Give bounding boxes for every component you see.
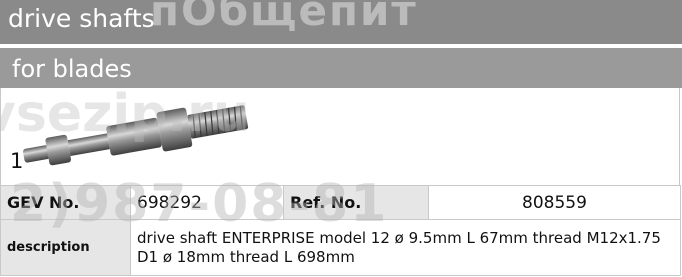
description-line-1: drive shaft ENTERPRISE model 12 ø 9.5mm … bbox=[137, 228, 661, 247]
drive-shaft-image bbox=[23, 105, 249, 166]
table-row: GEV No. 698292 Ref. No. 808559 bbox=[0, 185, 681, 220]
product-info-table: GEV No. 698292 Ref. No. 808559 descripti… bbox=[0, 185, 681, 276]
quantity-label: 1 bbox=[10, 149, 24, 173]
gev-number-value: 698292 bbox=[130, 185, 284, 220]
table-row: description drive shaft ENTERPRISE model… bbox=[0, 219, 681, 276]
ref-number-label: Ref. No. bbox=[283, 185, 429, 220]
description-value: drive shaft ENTERPRISE model 12 ø 9.5mm … bbox=[130, 219, 681, 276]
description-label: description bbox=[0, 219, 131, 276]
subheader-bar: for blades bbox=[0, 48, 682, 88]
page-subtitle: for blades bbox=[12, 55, 132, 83]
page-title: drive shafts bbox=[8, 4, 155, 33]
header-bar: drive shafts bbox=[0, 0, 682, 44]
ref-number-value: 808559 bbox=[428, 185, 681, 220]
gev-number-label: GEV No. bbox=[0, 185, 131, 220]
description-line-2: D1 ø 18mm thread L 698mm bbox=[137, 247, 355, 266]
